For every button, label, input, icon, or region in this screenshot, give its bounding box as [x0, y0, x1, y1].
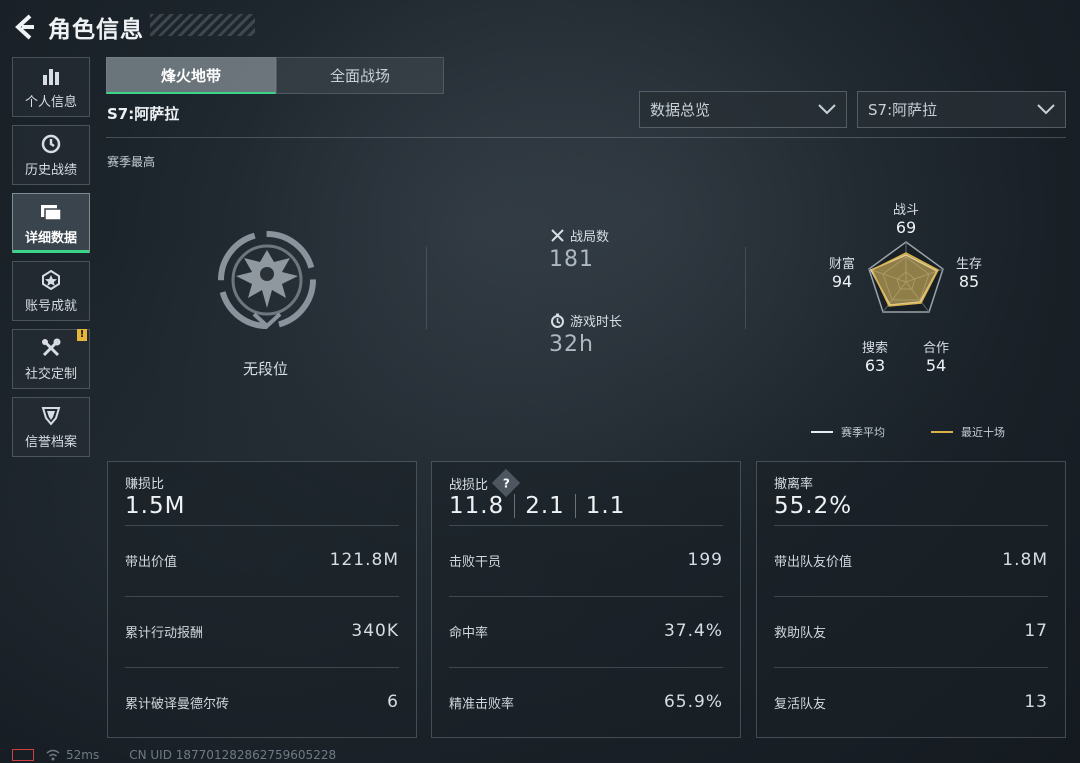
sidebar-item-history[interactable]: 历史战绩 [12, 125, 90, 185]
playtime-label: 游戏时长 [570, 315, 623, 330]
clock-icon [40, 133, 62, 155]
card-row: 复活队友 13 [774, 692, 1048, 712]
rank-text: 无段位 [243, 360, 289, 378]
extract-card-title: 撤离率 [774, 477, 814, 492]
radar-label-teamwork: 合作 54 [922, 341, 949, 375]
shield-icon [40, 405, 62, 427]
vertical-divider [745, 247, 746, 329]
radar-label-wealth: 财富 94 [828, 257, 855, 291]
view-dropdown[interactable]: 数据总览 [639, 91, 847, 128]
extract-card: 撤离率 55.2% 带出队友价值 1.8M 救助队友 17 复活队友 13 [756, 461, 1066, 738]
chevron-down-icon [1037, 101, 1055, 119]
card-divider [125, 596, 399, 597]
sidebar: 个人信息 历史战绩 详细数据 账号成就 ! 社交定制 信誉档案 [12, 57, 90, 465]
title-decoration [150, 14, 255, 36]
value-separator [514, 494, 516, 518]
tab-full-battlefield[interactable]: 全面战场 [276, 57, 444, 94]
season-dropdown[interactable]: S7:阿萨拉 [857, 91, 1066, 128]
medal-icon [40, 269, 62, 291]
wifi-icon [46, 749, 60, 761]
card-divider [774, 596, 1048, 597]
combat-card-values: 11.8 2.1 1.1 [449, 493, 626, 519]
card-row: 精准击败率 65.9% [449, 692, 723, 712]
playtime-stat: 游戏时长 32h [549, 311, 622, 357]
bar-chart-icon [40, 65, 62, 87]
sidebar-item-profile[interactable]: 个人信息 [12, 57, 90, 117]
mode-tabs: 烽火地带 全面战场 [106, 57, 444, 94]
back-arrow-icon[interactable] [12, 12, 38, 42]
sidebar-item-label: 账号成就 [24, 298, 77, 314]
radar-label-combat: 战斗 69 [892, 203, 919, 237]
tab-hazard-zone[interactable]: 烽火地带 [106, 57, 276, 94]
sidebar-item-label: 社交定制 [24, 366, 77, 382]
battery-icon [12, 749, 34, 761]
tools-icon [40, 337, 62, 359]
card-row: 击败干员 199 [449, 550, 723, 570]
sidebar-item-details[interactable]: 详细数据 [12, 193, 90, 253]
legend-recent-ten: 最近十场 [931, 424, 1005, 440]
sidebar-item-social[interactable]: ! 社交定制 [12, 329, 90, 389]
legend-line-icon [811, 431, 833, 433]
card-row: 命中率 37.4% [449, 621, 723, 641]
season-dropdown-value: S7:阿萨拉 [868, 101, 938, 119]
page-title: 角色信息 [48, 17, 144, 43]
legend-line-icon [931, 431, 953, 433]
chevron-down-icon [818, 101, 836, 119]
profit-card: 赚损比 1.5M 带出价值 121.8M 累计行动报酬 340K 累计破译曼德尔… [107, 461, 417, 738]
card-divider [449, 667, 723, 668]
radar-label-search: 搜索 63 [861, 341, 888, 375]
sidebar-item-label: 历史战绩 [24, 162, 77, 178]
profit-card-title: 赚损比 [125, 477, 165, 492]
page-header: 角色信息 [12, 10, 144, 44]
sidebar-item-label: 个人信息 [24, 94, 77, 110]
folder-icon [40, 201, 62, 223]
uid-text: CN UID 1877012828627596052​28 [129, 748, 337, 762]
sidebar-item-reputation[interactable]: 信誉档案 [12, 397, 90, 457]
notification-badge: ! [77, 329, 87, 341]
crossed-swords-icon [549, 228, 565, 244]
radar-label-survival: 生存 85 [955, 257, 982, 291]
status-footer: 52ms CN UID 1877012828627596052​28 [12, 747, 336, 763]
playtime-value: 32h [549, 332, 594, 357]
value-separator [574, 494, 576, 518]
card-divider [125, 667, 399, 668]
sidebar-item-label: 信誉档案 [24, 434, 77, 450]
stopwatch-icon [549, 313, 565, 329]
combat-card: 战损比 ? 11.8 2.1 1.1 击败干员 199 命中率 37.4% 精准… [431, 461, 741, 738]
card-divider [774, 667, 1048, 668]
header-divider [106, 137, 1066, 138]
profit-card-value: 1.5M [125, 493, 186, 519]
card-row: 带出队友价值 1.8M [774, 550, 1048, 570]
ping-text: 52ms [66, 748, 100, 762]
section-label: 赛季最高 [107, 155, 156, 169]
sidebar-item-achievements[interactable]: 账号成就 [12, 261, 90, 321]
card-divider [125, 525, 399, 526]
matches-label: 战局数 [570, 230, 610, 245]
card-divider [449, 525, 723, 526]
season-label: S7:阿萨拉 [107, 105, 180, 123]
extract-card-value: 55.2% [774, 493, 853, 519]
card-row: 救助队友 17 [774, 621, 1048, 641]
card-row: 累计破译曼德尔砖 6 [125, 692, 399, 712]
vertical-divider [426, 247, 427, 329]
matches-stat: 战局数 181 [549, 226, 609, 272]
rank-emblem-icon [212, 228, 322, 334]
legend-season-average: 赛季平均 [811, 424, 885, 440]
card-divider [449, 596, 723, 597]
matches-value: 181 [549, 247, 594, 272]
card-divider [774, 525, 1048, 526]
view-dropdown-value: 数据总览 [650, 101, 711, 119]
card-row: 带出价值 121.8M [125, 550, 399, 570]
combat-card-title: 战损比 ? [449, 468, 521, 498]
card-row: 累计行动报酬 340K [125, 621, 399, 641]
sidebar-item-label: 详细数据 [24, 230, 77, 246]
